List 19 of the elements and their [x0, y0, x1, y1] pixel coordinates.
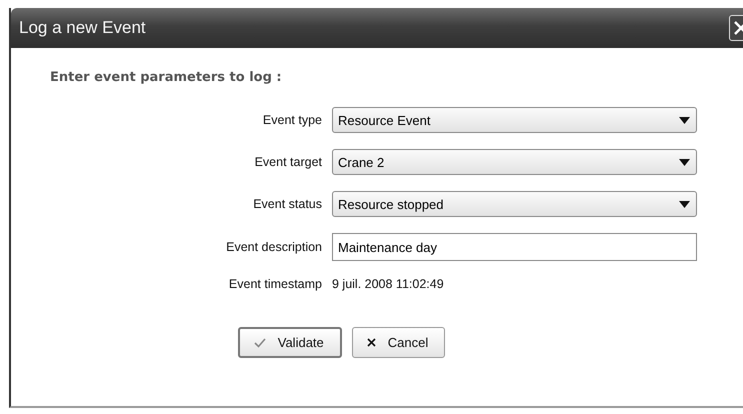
timestamp-value: 9 juil. 2008 11:02:49	[332, 277, 444, 291]
field-label: Event status	[253, 197, 322, 211]
field-label: Event description	[226, 240, 322, 254]
caret-icon	[679, 158, 690, 166]
close-icon	[366, 338, 376, 347]
field-label: Event type	[262, 113, 322, 127]
dropdown[interactable]: Crane 2	[332, 149, 697, 175]
window-title: Log a new Event	[18, 18, 146, 38]
caret-icon	[679, 200, 690, 208]
field-label: Event target	[254, 155, 322, 169]
caret-icon	[679, 116, 690, 124]
validate-button[interactable]: Validate	[238, 327, 342, 358]
cancel-button[interactable]: Cancel	[352, 327, 446, 358]
checkmark-icon	[254, 338, 266, 348]
description-field[interactable]: Maintenance day	[332, 233, 697, 261]
field-label: Event timestamp	[228, 277, 322, 291]
form-heading: Enter event parameters to log :	[50, 70, 283, 85]
dropdown[interactable]: Resource Event	[332, 107, 697, 133]
dropdown[interactable]: Resource stopped	[332, 191, 697, 217]
